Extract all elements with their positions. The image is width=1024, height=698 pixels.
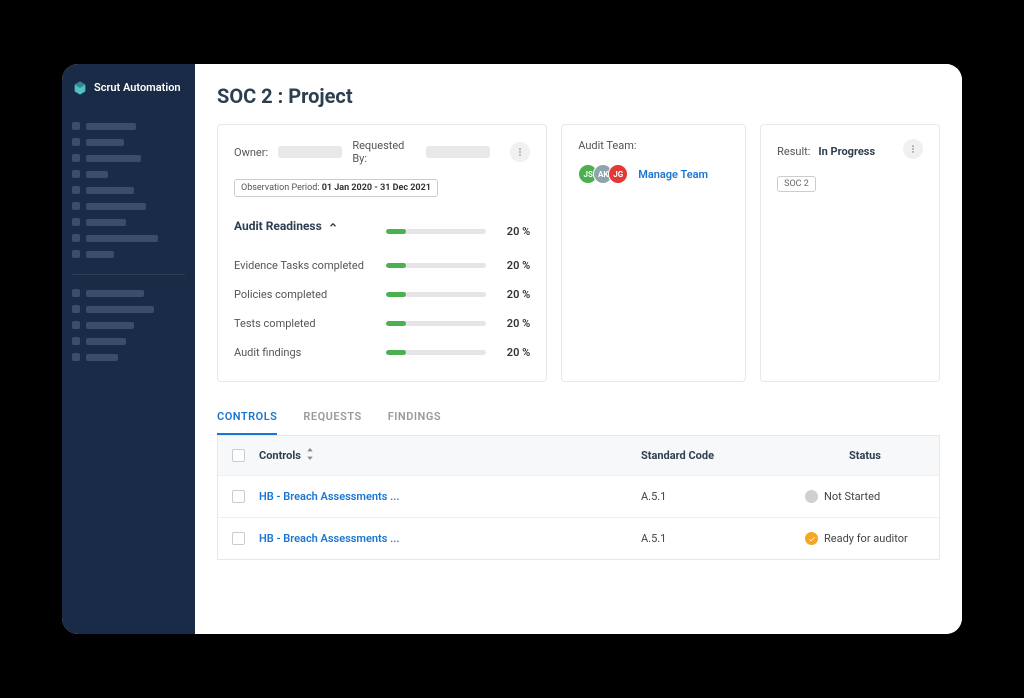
nav-item[interactable] [72,230,185,246]
progress-bar [386,263,486,268]
framework-badge: SOC 2 [777,176,816,192]
nav-item[interactable] [72,214,185,230]
overview-card: Owner: Requested By: Observation Period:… [217,124,547,382]
summary-row: Owner: Requested By: Observation Period:… [217,124,940,382]
nav-item[interactable] [72,182,185,198]
nav-group-1 [72,118,185,262]
nav-item[interactable] [72,166,185,182]
nav-divider [72,274,185,275]
audit-team-card: Audit Team: JSAKJG Manage Team [561,124,746,382]
progress-pct: 20 % [498,317,530,330]
table-header: Controls Standard Code Status [218,436,939,475]
nav-item[interactable] [72,349,185,365]
tab-findings[interactable]: FINDINGS [388,400,441,435]
progress-pct: 20 % [498,288,530,301]
progress-bar [386,292,486,297]
standard-code: A.5.1 [641,490,791,503]
manage-team-link[interactable]: Manage Team [638,168,708,181]
progress-bar [386,321,486,326]
readiness-row: Tests completed 20 % [234,309,530,338]
chevron-up-icon [328,219,338,233]
requested-by-label: Requested By: [352,139,416,165]
nav-item[interactable] [72,134,185,150]
result-value: In Progress [818,145,875,158]
nav-item[interactable] [72,285,185,301]
table-row: HB - Breach Assessments ... A.5.1 Ready … [218,517,939,559]
tab-controls[interactable]: CONTROLS [217,400,277,435]
nav-item[interactable] [72,301,185,317]
tab-requests[interactable]: REQUESTS [303,400,361,435]
readiness-row: Policies completed 20 % [234,280,530,309]
nav-group-2 [72,285,185,365]
sidebar: Scrut Automation [62,64,195,634]
sort-icon[interactable] [306,448,314,463]
meta-row: Owner: Requested By: [234,139,530,165]
readiness-row-label: Audit findings [234,346,374,359]
control-link[interactable]: HB - Breach Assessments ... [259,490,627,503]
app-window: Scrut Automation SOC 2 : Project [62,64,962,634]
observation-period-label: Observation Period: [241,183,319,193]
nav-item[interactable] [72,317,185,333]
readiness-header-row[interactable]: Audit Readiness 20 % [234,211,530,251]
result-card: Result: In Progress SOC 2 [760,124,940,382]
observation-period: Observation Period: 01 Jan 2020 - 31 Dec… [234,179,438,197]
nav-item[interactable] [72,333,185,349]
status-cell: Ready for auditor [805,532,925,545]
readiness-overall-bar [386,229,486,234]
page-title: SOC 2 : Project [217,84,940,108]
logo-icon [72,80,88,96]
header-controls[interactable]: Controls [259,449,301,462]
readiness-row: Evidence Tasks completed 20 % [234,251,530,280]
progress-pct: 20 % [498,259,530,272]
row-checkbox[interactable] [232,490,245,503]
readiness-header-text: Audit Readiness [234,219,322,233]
overview-more-button[interactable] [510,142,530,162]
nav-item[interactable] [72,118,185,134]
owner-value-placeholder [278,146,342,158]
control-link[interactable]: HB - Breach Assessments ... [259,532,627,545]
team-avatars: JSAKJG [578,164,628,184]
header-standard-code[interactable]: Standard Code [641,449,791,462]
nav-item[interactable] [72,198,185,214]
readiness-row-label: Tests completed [234,317,374,330]
status-text: Not Started [824,490,880,503]
main-content: SOC 2 : Project Owner: Requested By: Obs… [195,64,962,634]
avatar[interactable]: JG [608,164,628,184]
owner-label: Owner: [234,146,268,159]
header-status[interactable]: Status [805,449,925,462]
status-dot-icon [805,490,818,503]
requested-by-placeholder [426,146,490,158]
select-all-checkbox[interactable] [232,449,245,462]
status-dot-icon [805,532,818,545]
result-more-button[interactable] [903,139,923,159]
tabs: CONTROLS REQUESTS FINDINGS [217,400,940,436]
table-row: HB - Breach Assessments ... A.5.1 Not St… [218,475,939,517]
progress-bar [386,350,486,355]
controls-table: Controls Standard Code Status HB - Breac… [217,436,940,560]
row-checkbox[interactable] [232,532,245,545]
status-cell: Not Started [805,490,925,503]
observation-period-value: 01 Jan 2020 - 31 Dec 2021 [322,183,431,193]
progress-pct: 20 % [498,346,530,359]
readiness-row: Audit findings 20 % [234,338,530,367]
readiness-row-label: Evidence Tasks completed [234,259,374,272]
standard-code: A.5.1 [641,532,791,545]
logo: Scrut Automation [72,80,185,96]
readiness-row-label: Policies completed [234,288,374,301]
audit-team-label: Audit Team: [578,139,729,152]
readiness-overall-pct: 20 % [498,225,530,238]
status-text: Ready for auditor [824,532,908,545]
result-label: Result: [777,145,810,158]
nav-item[interactable] [72,150,185,166]
nav-item[interactable] [72,246,185,262]
logo-text: Scrut Automation [94,82,181,94]
